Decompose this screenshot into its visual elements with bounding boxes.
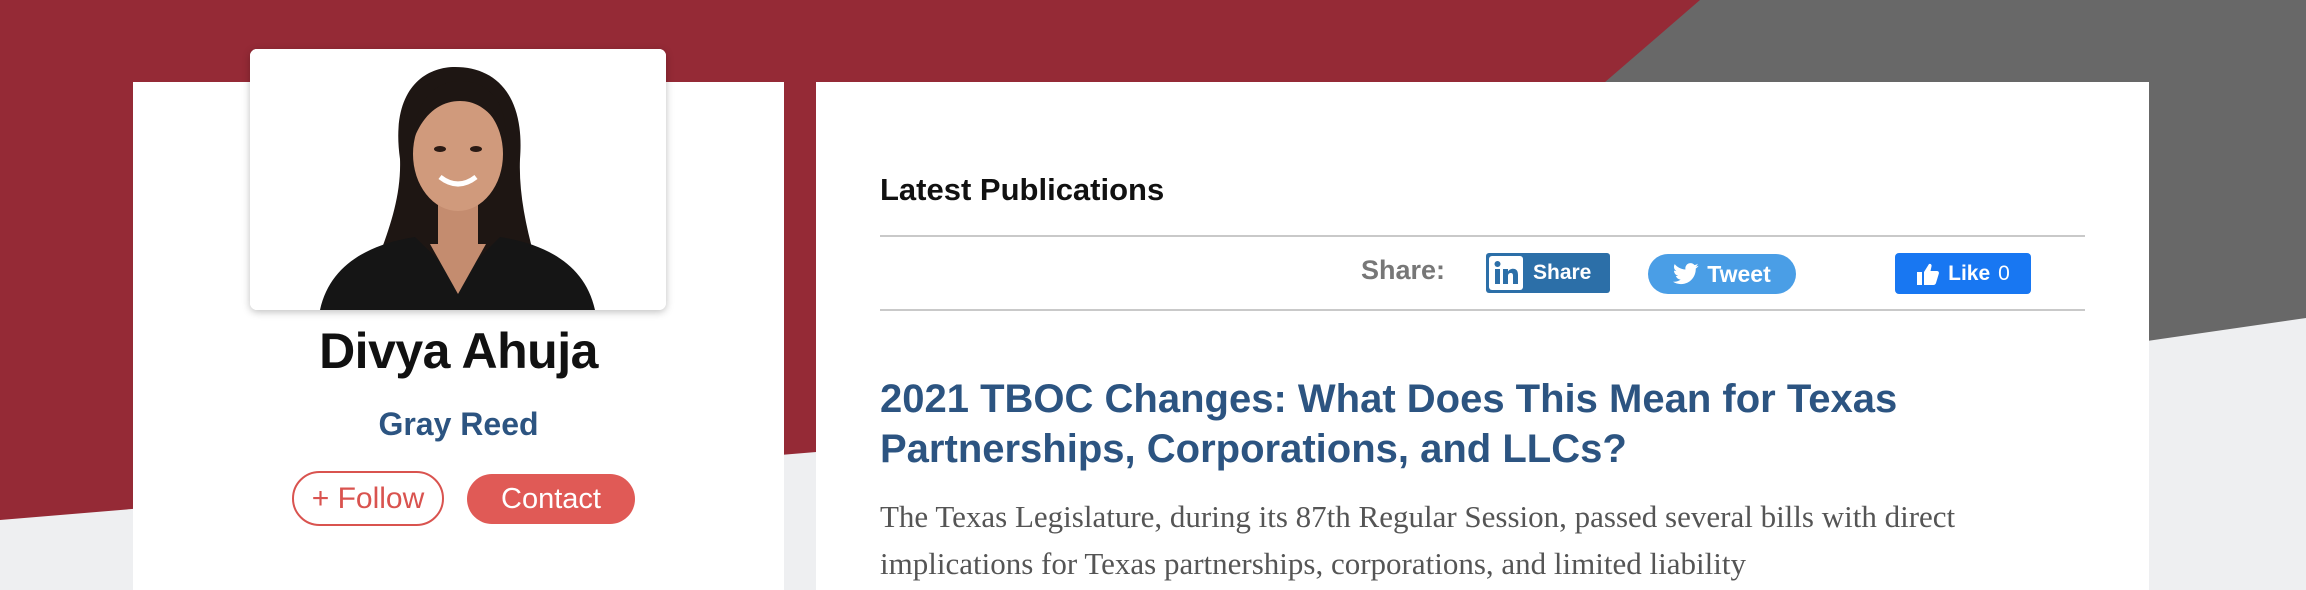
tweet-label: Tweet [1707,260,1771,287]
like-label: Like [1948,261,1991,285]
share-label: Share: [1361,255,1446,285]
divider [880,235,2085,237]
author-firm[interactable]: Gray Reed [133,406,784,443]
like-count: 0 [1998,261,2010,285]
contact-button[interactable]: Contact [467,474,635,524]
author-photo [250,49,666,310]
linkedin-share-button[interactable]: Share [1486,253,1610,293]
twitter-bird-icon [1673,263,1699,285]
divider [880,309,2085,311]
author-name: Divya Ahuja [319,323,598,379]
article-title-link[interactable]: 2021 TBOC Changes: What Does This Mean f… [880,374,2000,474]
linkedin-icon [1489,256,1523,290]
article-excerpt: The Texas Legislature, during its 87th R… [880,499,1956,581]
tweet-button[interactable]: Tweet [1648,254,1796,294]
follow-button[interactable]: + Follow [292,471,444,526]
linkedin-share-label: Share [1533,261,1592,284]
thumbs-up-icon [1917,263,1940,285]
facebook-like-button[interactable]: Like 0 [1895,253,2031,294]
section-title: Latest Publications [880,172,1165,207]
